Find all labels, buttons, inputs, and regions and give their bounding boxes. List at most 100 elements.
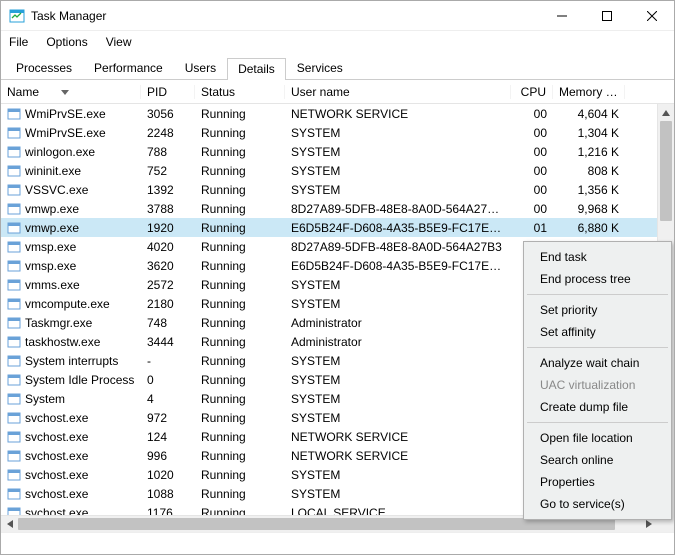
process-user: E6D5B24F-D608-4A35-B5E9-FC17E60C (285, 259, 511, 273)
cm-set-affinity[interactable]: Set affinity (526, 321, 669, 343)
table-row[interactable]: VSSVC.exe1392RunningSYSTEM001,356 K (1, 180, 657, 199)
process-pid: 1088 (141, 487, 195, 501)
process-name: svchost.exe (25, 430, 88, 444)
process-icon (7, 449, 21, 463)
scroll-left-icon[interactable] (1, 516, 18, 532)
sort-indicator-icon (61, 90, 69, 96)
process-cpu: 01 (511, 221, 553, 235)
process-pid: 788 (141, 145, 195, 159)
table-row[interactable]: WmiPrvSE.exe2248RunningSYSTEM001,304 K (1, 123, 657, 142)
table-row[interactable]: WmiPrvSE.exe3056RunningNETWORK SERVICE00… (1, 104, 657, 123)
process-icon (7, 297, 21, 311)
tab-details[interactable]: Details (227, 58, 286, 80)
process-status: Running (195, 107, 285, 121)
col-header-memory[interactable]: Memory (p... (553, 85, 625, 99)
table-row[interactable]: vmwp.exe1920RunningE6D5B24F-D608-4A35-B5… (1, 218, 657, 237)
process-icon (7, 183, 21, 197)
process-icon (7, 411, 21, 425)
maximize-button[interactable] (584, 1, 629, 30)
cm-go-to-services[interactable]: Go to service(s) (526, 493, 669, 515)
tab-processes[interactable]: Processes (5, 57, 83, 79)
process-icon (7, 487, 21, 501)
process-status: Running (195, 411, 285, 425)
process-icon (7, 107, 21, 121)
minimize-button[interactable] (539, 1, 584, 30)
process-memory: 4,604 K (553, 107, 625, 121)
cm-create-dump-file[interactable]: Create dump file (526, 396, 669, 418)
cm-end-task[interactable]: End task (526, 246, 669, 268)
cm-set-priority[interactable]: Set priority (526, 299, 669, 321)
process-icon (7, 430, 21, 444)
process-name: svchost.exe (25, 487, 88, 501)
task-manager-window: Task Manager File Options View Processes… (0, 0, 675, 555)
process-memory: 808 K (553, 164, 625, 178)
col-header-name[interactable]: Name (1, 85, 141, 99)
process-cpu: 00 (511, 183, 553, 197)
process-icon (7, 506, 21, 516)
col-header-cpu[interactable]: CPU (511, 85, 553, 99)
process-user: SYSTEM (285, 468, 511, 482)
process-pid: 3056 (141, 107, 195, 121)
process-status: Running (195, 183, 285, 197)
cm-open-file-location[interactable]: Open file location (526, 427, 669, 449)
cm-analyze-wait-chain[interactable]: Analyze wait chain (526, 352, 669, 374)
process-name: WmiPrvSE.exe (25, 126, 106, 140)
process-icon (7, 335, 21, 349)
process-icon (7, 373, 21, 387)
table-row[interactable]: wininit.exe752RunningSYSTEM00808 K (1, 161, 657, 180)
app-icon (9, 8, 25, 24)
process-name: vmms.exe (25, 278, 80, 292)
process-name: vmsp.exe (25, 259, 76, 273)
table-row[interactable]: vmwp.exe3788Running8D27A89-5DFB-48E8-8A0… (1, 199, 657, 218)
process-pid: 1392 (141, 183, 195, 197)
process-status: Running (195, 278, 285, 292)
close-button[interactable] (629, 1, 674, 30)
process-icon (7, 259, 21, 273)
cm-properties[interactable]: Properties (526, 471, 669, 493)
process-user: SYSTEM (285, 354, 511, 368)
tab-users[interactable]: Users (174, 57, 227, 79)
process-memory: 6,880 K (553, 221, 625, 235)
tabs: Processes Performance Users Details Serv… (1, 53, 674, 80)
process-user: Administrator (285, 335, 511, 349)
process-status: Running (195, 487, 285, 501)
process-name: vmwp.exe (25, 221, 79, 235)
process-user: SYSTEM (285, 411, 511, 425)
menu-file[interactable]: File (9, 35, 28, 49)
col-header-pid[interactable]: PID (141, 85, 195, 99)
process-icon (7, 202, 21, 216)
process-memory: 1,356 K (553, 183, 625, 197)
cm-separator (527, 347, 668, 348)
process-cpu: 00 (511, 164, 553, 178)
process-user: E6D5B24F-D608-4A35-B5E9-FC17E60C0... (285, 221, 511, 235)
process-pid: 752 (141, 164, 195, 178)
process-name: vmwp.exe (25, 202, 79, 216)
col-header-user[interactable]: User name (285, 85, 511, 99)
process-pid: - (141, 354, 195, 368)
process-status: Running (195, 221, 285, 235)
vertical-scroll-thumb[interactable] (660, 121, 672, 221)
tab-services[interactable]: Services (286, 57, 354, 79)
process-user: NETWORK SERVICE (285, 430, 511, 444)
process-pid: 3444 (141, 335, 195, 349)
process-cpu: 00 (511, 202, 553, 216)
col-header-status[interactable]: Status (195, 85, 285, 99)
cm-search-online[interactable]: Search online (526, 449, 669, 471)
menu-view[interactable]: View (106, 35, 132, 49)
cm-end-process-tree[interactable]: End process tree (526, 268, 669, 290)
table-row[interactable]: winlogon.exe788RunningSYSTEM001,216 K (1, 142, 657, 161)
process-pid: 4020 (141, 240, 195, 254)
process-name: svchost.exe (25, 506, 88, 516)
process-name: winlogon.exe (25, 145, 95, 159)
menu-options[interactable]: Options (46, 35, 87, 49)
process-pid: 1020 (141, 468, 195, 482)
tab-performance[interactable]: Performance (83, 57, 174, 79)
process-user: SYSTEM (285, 126, 511, 140)
process-name: svchost.exe (25, 449, 88, 463)
process-icon (7, 164, 21, 178)
process-name: wininit.exe (25, 164, 81, 178)
process-cpu: 00 (511, 145, 553, 159)
process-pid: 3788 (141, 202, 195, 216)
process-pid: 748 (141, 316, 195, 330)
scroll-up-icon[interactable] (658, 104, 674, 121)
